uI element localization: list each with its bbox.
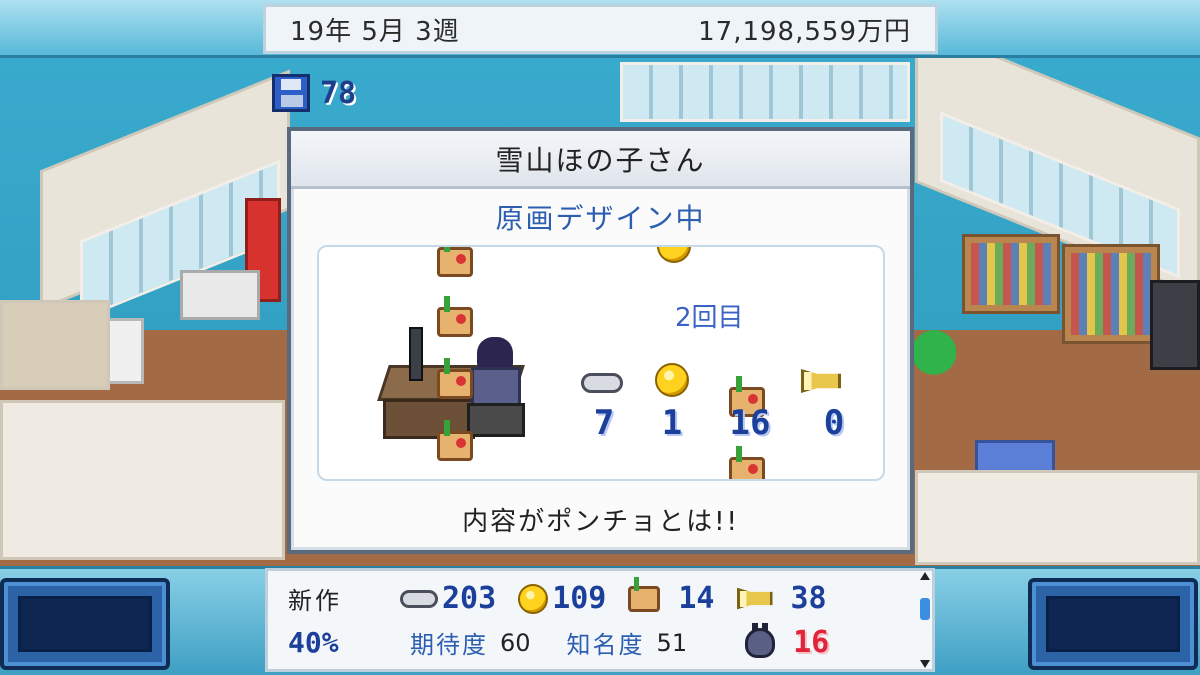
project-info-panel[interactable]: 新作 203 109 14 38 40% 期待度 60 知名度 51 16 — [265, 568, 935, 672]
fame-label: 知名度 — [566, 631, 645, 659]
round-indicator: 2回目 — [675, 303, 744, 333]
funds-amount: 17,198,559万円 — [698, 16, 911, 47]
sound-icon — [736, 587, 773, 610]
coin-icon — [655, 363, 689, 397]
stat-value-fun: 1 — [661, 403, 683, 443]
top-status-bar: 19年 5月 3週 17,198,559万円 — [0, 0, 1200, 58]
project-stat-fun: 109 — [518, 581, 606, 616]
scroll-down-icon[interactable] — [920, 660, 930, 668]
window-top — [620, 62, 910, 122]
fame-value: 51 — [656, 628, 688, 657]
project-progress-row: 40% 期待度 60 知名度 51 16 — [288, 622, 830, 660]
project-progress: 40% — [288, 626, 339, 659]
stat-value-programming: 7 — [593, 403, 615, 443]
bookshelf-a — [962, 234, 1060, 314]
info-scrollbar[interactable] — [918, 572, 932, 668]
bug-icon — [745, 622, 776, 658]
project-stat-programming: 203 — [400, 581, 496, 616]
work-animation-panel: 2回目 7 1 16 0 — [317, 245, 885, 481]
stat-value-sound: 0 — [823, 403, 845, 443]
staff-name: 雪山ほの子さん — [291, 131, 910, 189]
save-counter[interactable]: 78 — [272, 74, 356, 112]
staff-sprite — [467, 337, 525, 441]
plant-right — [912, 330, 956, 386]
project-stat-graphics: 14 — [628, 576, 715, 616]
gamepad-icon — [400, 589, 438, 608]
date-money-panel: 19年 5月 3週 17,198,559万円 — [263, 4, 938, 54]
scroll-thumb[interactable] — [920, 598, 930, 620]
fridge — [104, 318, 144, 384]
paint-icon — [437, 296, 473, 337]
expectation-value: 60 — [500, 628, 531, 657]
floppy-disk-icon — [272, 74, 310, 112]
scroll-up-icon[interactable] — [920, 572, 930, 580]
partition-right — [915, 470, 1200, 565]
paint-icon — [437, 358, 473, 399]
partition-left — [0, 400, 285, 560]
project-label: 新作 — [288, 587, 342, 615]
dialog-message: 内容がポンチョとは!! — [462, 507, 739, 537]
game-date: 19年 5月 3週 — [290, 16, 460, 47]
left-menu-button[interactable] — [0, 578, 170, 670]
paint-icon — [437, 247, 473, 277]
gamepad-icon — [581, 373, 623, 393]
water-cooler-row — [180, 270, 260, 320]
coin-icon — [657, 247, 691, 263]
tv-set — [1150, 280, 1200, 370]
kitchen-counter — [0, 300, 110, 390]
save-count: 78 — [320, 75, 357, 111]
paint-icon — [628, 576, 661, 612]
coin-icon — [518, 583, 549, 614]
sound-icon — [801, 369, 841, 393]
paint-icon — [437, 420, 473, 461]
paint-icon — [729, 446, 765, 479]
work-status: 原画デザイン中 — [495, 202, 706, 235]
expectation-label: 期待度 — [410, 631, 488, 659]
right-menu-button[interactable] — [1028, 578, 1198, 670]
project-stats-row: 新作 203 109 14 38 — [288, 576, 827, 616]
stat-value-graphics: 16 — [729, 403, 771, 443]
staff-work-dialog[interactable]: 雪山ほの子さん 原画デザイン中 2回目 7 1 16 0 内容がポンチョとは!! — [287, 127, 914, 554]
bug-count: 16 — [793, 625, 830, 660]
bookshelf-b — [1062, 244, 1160, 344]
project-stat-sound: 38 — [736, 581, 827, 616]
